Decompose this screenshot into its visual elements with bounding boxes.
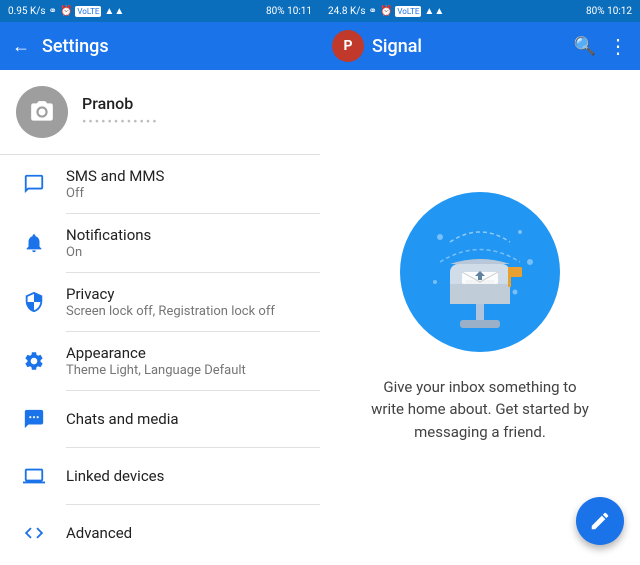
settings-list: SMS and MMS Off Notifications On Privacy… xyxy=(0,155,320,565)
notifications-text: Notifications On xyxy=(66,226,304,260)
notifications-label: Notifications xyxy=(66,226,304,244)
right-alarm-icon: ⏰ xyxy=(380,6,392,17)
mailbox-illustration xyxy=(400,192,560,352)
right-panel: 24.8 K/s ⚭ ⏰ VoLTE ▲▲ 80% 10:12 P Signal… xyxy=(320,0,640,565)
search-icon[interactable]: 🔍 xyxy=(574,36,596,57)
sms-label: SMS and MMS xyxy=(66,167,304,185)
settings-item-chats[interactable]: Chats and media xyxy=(0,391,320,447)
settings-item-sms[interactable]: SMS and MMS Off xyxy=(0,155,320,213)
privacy-sublabel: Screen lock off, Registration lock off xyxy=(66,304,304,319)
laptop-icon xyxy=(16,465,52,487)
settings-title: Settings xyxy=(42,36,308,57)
settings-item-notifications[interactable]: Notifications On xyxy=(0,214,320,272)
left-status-left: 0.95 K/s ⚭ ⏰ VoLTE ▲▲ xyxy=(8,6,124,17)
signal-avatar: P xyxy=(332,30,364,62)
left-panel: 0.95 K/s ⚭ ⏰ VoLTE ▲▲ 80% 10:11 ← Settin… xyxy=(0,0,320,565)
sms-text: SMS and MMS Off xyxy=(66,167,304,201)
bluetooth-icon: ⚭ xyxy=(49,6,57,17)
advanced-text: Advanced xyxy=(66,524,304,542)
privacy-label: Privacy xyxy=(66,285,304,303)
bubble-icon xyxy=(16,408,52,430)
empty-state: Give your inbox something to write home … xyxy=(320,70,640,565)
chats-label: Chats and media xyxy=(66,410,304,428)
left-top-bar: ← Settings xyxy=(0,22,320,70)
bell-icon xyxy=(16,232,52,254)
linked-label: Linked devices xyxy=(66,467,304,485)
profile-name: Pranob xyxy=(82,94,159,113)
pencil-icon xyxy=(589,510,611,532)
right-signal-icon: ▲▲ xyxy=(424,6,444,17)
sms-sublabel: Off xyxy=(66,186,304,201)
signal-icon: ▲▲ xyxy=(104,6,124,17)
left-speed: 0.95 K/s xyxy=(8,6,46,17)
compose-fab[interactable] xyxy=(576,497,624,545)
top-bar-icons: 🔍 ⋮ xyxy=(574,34,628,58)
profile-section[interactable]: Pranob •••••••••••• xyxy=(0,70,320,155)
chat-icon xyxy=(16,173,52,195)
right-volte-badge: VoLTE xyxy=(395,6,421,17)
more-icon[interactable]: ⋮ xyxy=(608,34,628,58)
privacy-text: Privacy Screen lock off, Registration lo… xyxy=(66,285,304,319)
right-bluetooth-icon: ⚭ xyxy=(369,6,377,17)
left-status-bar: 0.95 K/s ⚭ ⏰ VoLTE ▲▲ 80% 10:11 xyxy=(0,0,320,22)
left-status-right: 80% 10:11 xyxy=(266,6,312,17)
settings-item-appearance[interactable]: Appearance Theme Light, Language Default xyxy=(0,332,320,390)
shield-icon xyxy=(16,291,52,313)
appearance-label: Appearance xyxy=(66,344,304,362)
settings-item-privacy[interactable]: Privacy Screen lock off, Registration lo… xyxy=(0,273,320,331)
settings-item-advanced[interactable]: Advanced xyxy=(0,505,320,561)
notifications-sublabel: On xyxy=(66,245,304,260)
camera-icon xyxy=(29,99,55,125)
avatar xyxy=(16,86,68,138)
empty-state-text: Give your inbox something to write home … xyxy=(370,376,590,444)
right-top-bar: P Signal 🔍 ⋮ xyxy=(320,22,640,70)
profile-subtitle: •••••••••••• xyxy=(82,115,159,130)
appearance-text: Appearance Theme Light, Language Default xyxy=(66,344,304,378)
right-battery-time: 80% 10:12 xyxy=(586,6,632,17)
advanced-label: Advanced xyxy=(66,524,304,542)
appearance-sublabel: Theme Light, Language Default xyxy=(66,363,304,378)
settings-item-linked[interactable]: Linked devices xyxy=(0,448,320,504)
chats-text: Chats and media xyxy=(66,410,304,428)
mailbox-svg xyxy=(420,212,540,332)
right-status-bar: 24.8 K/s ⚭ ⏰ VoLTE ▲▲ 80% 10:12 xyxy=(320,0,640,22)
appearance-icon xyxy=(16,350,52,372)
back-button[interactable]: ← xyxy=(12,36,30,57)
volte-badge: VoLTE xyxy=(75,6,101,17)
right-speed: 24.8 K/s xyxy=(328,6,366,17)
left-battery-time: 80% 10:11 xyxy=(266,6,312,17)
linked-text: Linked devices xyxy=(66,467,304,485)
code-icon xyxy=(16,522,52,544)
alarm-icon: ⏰ xyxy=(60,6,72,17)
signal-title: Signal xyxy=(372,36,566,57)
right-status-left: 24.8 K/s ⚭ ⏰ VoLTE ▲▲ xyxy=(328,6,444,17)
right-status-right: 80% 10:12 xyxy=(586,6,632,17)
profile-info: Pranob •••••••••••• xyxy=(82,94,159,130)
